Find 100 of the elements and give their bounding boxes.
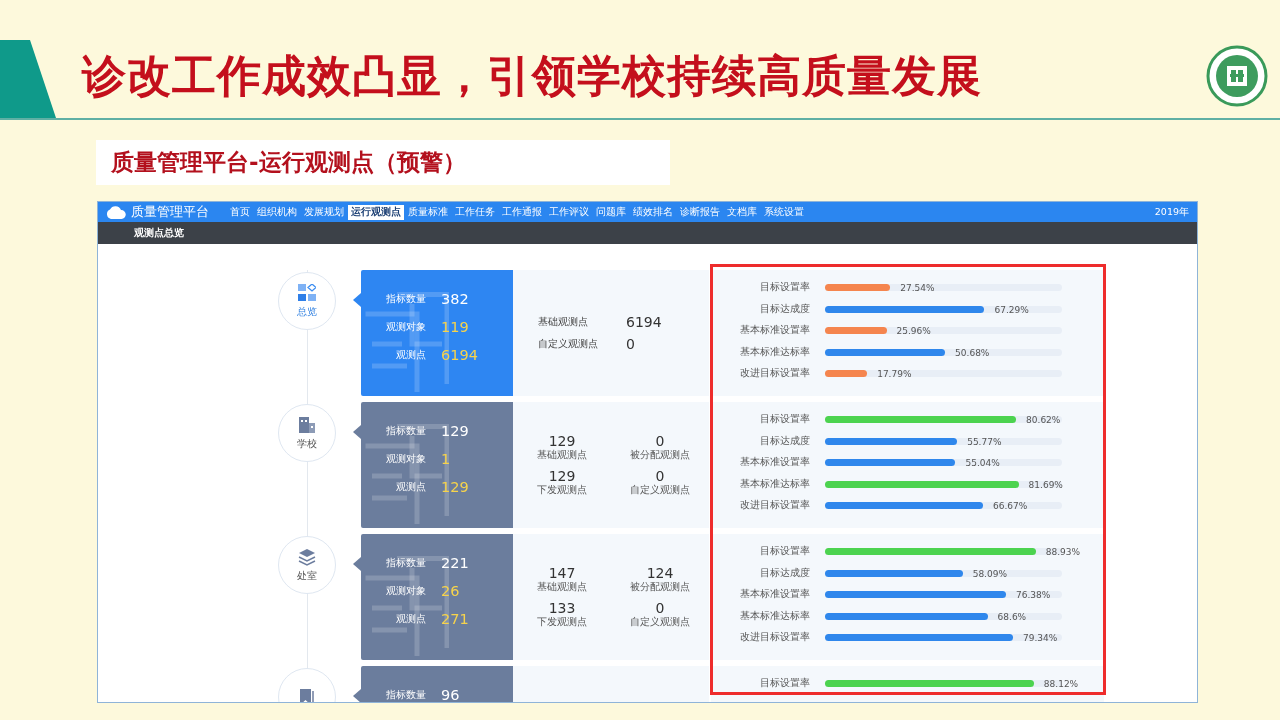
nav-tab[interactable]: 工作评议 xyxy=(546,204,592,220)
tiles-icon xyxy=(298,283,316,302)
stat-value: 271 xyxy=(441,611,469,627)
node-label: 总览 xyxy=(297,304,317,319)
count-value: 124 xyxy=(646,565,674,581)
count-value: 0 xyxy=(626,336,635,352)
metric-reading: 80.62% xyxy=(1026,414,1061,426)
metric-label: 基本标准设置率 xyxy=(739,588,810,602)
metric-reading: 58.09% xyxy=(972,567,1007,580)
metric-label: 基本标准达标率 xyxy=(739,609,810,623)
nav-tab[interactable]: 工作通报 xyxy=(499,204,545,220)
metric-label: 目标设置率 xyxy=(759,413,810,427)
cloud-icon xyxy=(106,205,126,219)
stat-label: 观测点 xyxy=(395,348,426,362)
timeline-node[interactable]: 学校 xyxy=(278,404,336,462)
nav-tab[interactable]: 发展规划 xyxy=(301,204,347,220)
count-label: 自定义观测点 xyxy=(538,337,599,351)
count-value: 147 xyxy=(548,565,576,581)
metric-reading: 81.69% xyxy=(1028,478,1063,491)
stat-label: 指标数量 xyxy=(385,556,426,570)
app-brand: 质量管理平台 xyxy=(131,203,209,221)
stat-label: 观测对象 xyxy=(385,320,426,334)
count-value: 0 xyxy=(655,433,665,449)
count-value: 6194 xyxy=(626,314,662,330)
stat-value: 129 xyxy=(441,479,469,495)
count-label: 基础观测点 xyxy=(538,315,589,329)
count-label: 下发观测点 xyxy=(537,616,587,629)
stat-label: 观测点 xyxy=(395,480,426,494)
nav-tab[interactable]: 问题库 xyxy=(593,204,629,220)
nav-tab[interactable]: 绩效排名 xyxy=(630,204,676,220)
metric-label: 基本标准设置率 xyxy=(739,456,810,470)
layers-icon xyxy=(298,547,316,566)
count-value: 129 xyxy=(548,468,576,484)
metric-reading: 76.38% xyxy=(1016,589,1051,601)
metric-label: 目标设置率 xyxy=(759,281,810,295)
metric-reading: 50.68% xyxy=(955,346,990,359)
metric-label: 基本标准达标率 xyxy=(739,345,810,359)
stat-label: 观测点 xyxy=(395,612,426,626)
count-label: 自定义观测点 xyxy=(630,616,690,629)
stat-value: 221 xyxy=(441,555,469,571)
stat-label: 指标数量 xyxy=(385,688,426,702)
count-label: 基础观测点 xyxy=(537,449,587,462)
bookmark-icon xyxy=(298,688,316,702)
stat-label: 观测对象 xyxy=(385,452,426,466)
metric-label: 改进目标设置率 xyxy=(739,499,810,513)
timeline-node[interactable]: 总览 xyxy=(278,272,336,330)
node-label: 处室 xyxy=(297,568,317,583)
count-label: 被分配观测点 xyxy=(630,581,690,594)
breadcrumb-title: 观测点总览 xyxy=(134,226,184,240)
metric-label: 目标达成度 xyxy=(759,302,810,316)
nav-tab[interactable]: 诊断报告 xyxy=(677,204,723,220)
stat-value: 382 xyxy=(441,291,469,307)
metric-label: 改进目标设置率 xyxy=(739,631,810,645)
metric-reading: 68.6% xyxy=(997,610,1027,623)
metric-label: 基本标准设置率 xyxy=(739,324,810,338)
metric-reading: 27.54% xyxy=(900,282,935,294)
metric-reading: 55.77% xyxy=(967,435,1002,448)
stat-label: 指标数量 xyxy=(385,424,426,438)
nav-tab[interactable]: 首页 xyxy=(227,204,253,220)
stat-value: 129 xyxy=(441,423,469,439)
stat-label: 观测对象 xyxy=(385,584,426,598)
count-value: 129 xyxy=(548,433,576,449)
metric-label: 改进目标设置率 xyxy=(739,367,810,381)
metric-label: 目标设置率 xyxy=(759,677,810,691)
stat-value: 96 xyxy=(441,687,460,702)
count-label: 基础观测点 xyxy=(537,581,587,594)
count-label: 下发观测点 xyxy=(537,484,587,497)
stat-value: 1 xyxy=(441,451,451,467)
stat-value: 119 xyxy=(441,319,469,335)
nav-tab[interactable]: 质量标准 xyxy=(405,204,451,220)
count-label: 被分配观测点 xyxy=(630,449,690,462)
metric-label: 基本标准达标率 xyxy=(739,477,810,491)
metric-reading: 88.93% xyxy=(1045,546,1081,558)
stat-value: 6194 xyxy=(441,347,478,363)
timeline-node[interactable]: 处室 xyxy=(278,536,336,594)
count-value: 133 xyxy=(548,600,576,616)
metric-reading: 67.29% xyxy=(994,303,1029,316)
metric-reading: 66.67% xyxy=(993,500,1028,512)
count-value: 0 xyxy=(655,600,665,616)
nav-tab[interactable]: 组织机构 xyxy=(254,204,300,220)
count-label: 自定义观测点 xyxy=(630,484,690,497)
slide-subtitle: 质量管理平台-运行观测点（预警） xyxy=(96,140,670,185)
node-label: 学校 xyxy=(297,436,317,451)
slide-title: 诊改工作成效凸显，引领学校持续高质量发展 xyxy=(82,48,983,103)
nav-tab[interactable]: 工作任务 xyxy=(452,204,498,220)
nav-tab[interactable]: 运行观测点 xyxy=(348,204,404,220)
nav-tab[interactable]: 系统设置 xyxy=(761,204,807,220)
stat-value: 26 xyxy=(441,583,460,599)
metric-reading: 79.34% xyxy=(1023,632,1058,644)
metric-label: 目标达成度 xyxy=(759,434,810,448)
nav-tab[interactable]: 文档库 xyxy=(724,204,760,220)
metric-reading: 17.79% xyxy=(877,368,912,380)
stat-label: 指标数量 xyxy=(385,292,426,306)
year-label: 2019年 xyxy=(1154,205,1189,219)
count-value: 0 xyxy=(655,468,665,484)
metric-reading: 88.12% xyxy=(1043,678,1079,690)
metric-reading: 55.04% xyxy=(965,457,1000,469)
metric-label: 目标达成度 xyxy=(759,566,810,580)
building-icon xyxy=(298,415,316,434)
metric-label: 目标设置率 xyxy=(759,545,810,559)
